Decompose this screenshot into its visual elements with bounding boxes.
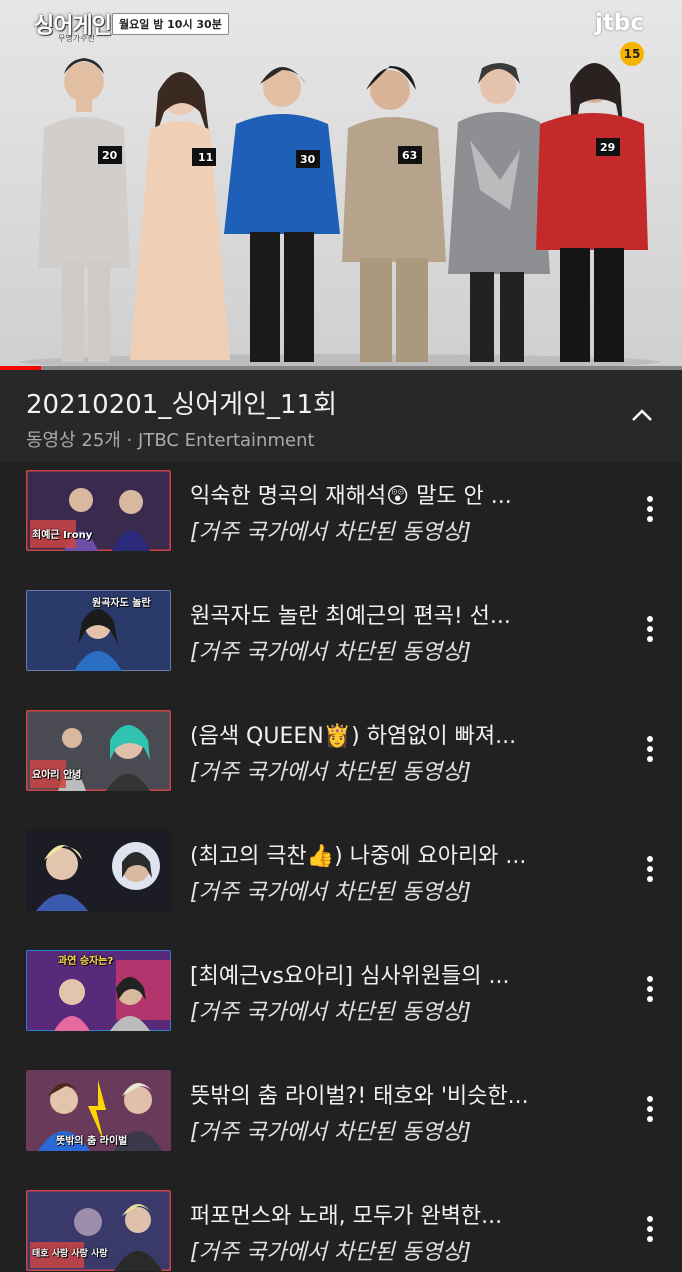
video-thumbnail[interactable]: 태호 사랑 사랑 사랑 bbox=[26, 1190, 171, 1271]
cast-member-4 bbox=[342, 66, 446, 362]
contestant-tag-2: 11 bbox=[198, 151, 214, 164]
thumbnail-caption: 원곡자도 놀란 bbox=[92, 598, 151, 609]
playlist-header[interactable]: 20210201_싱어게인_11회 동영상 25개 · JTBC Enterta… bbox=[0, 370, 682, 462]
chevron-up-icon bbox=[632, 409, 652, 421]
more-vert-icon bbox=[647, 1096, 653, 1102]
more-options-button[interactable] bbox=[644, 492, 656, 526]
playlist-item[interactable]: 최예근 Irony 익숙한 명곡의 재해석😲 말도 안 ... [거주 국가에서… bbox=[0, 462, 682, 582]
airtime-badge: 월요일 밤 10시 30분 bbox=[112, 13, 229, 35]
more-options-button[interactable] bbox=[644, 1212, 656, 1246]
blocked-status: [거주 국가에서 차단된 동영상] bbox=[190, 880, 472, 905]
blocked-status: [거주 국가에서 차단된 동영상] bbox=[190, 760, 472, 785]
playlist-item[interactable]: (최고의 극찬👍) 나중에 요아리와 ... [거주 국가에서 차단된 동영상] bbox=[0, 822, 682, 942]
contestant-tag-1: 20 bbox=[102, 149, 118, 162]
more-vert-icon bbox=[647, 736, 653, 742]
contestant-tag-6: 29 bbox=[600, 141, 616, 154]
blocked-status: [거주 국가에서 차단된 동영상] bbox=[190, 1240, 472, 1265]
cast-member-5 bbox=[448, 63, 550, 362]
more-vert-icon bbox=[647, 616, 653, 622]
video-title[interactable]: 원곡자도 놀란 최예근의 편곡! 선... bbox=[190, 598, 610, 630]
video-title[interactable]: (최고의 극찬👍) 나중에 요아리와 ... bbox=[190, 838, 610, 870]
video-title[interactable]: (음색 QUEEN👸) 하염없이 빠져... bbox=[190, 718, 610, 750]
playlist-items: 최예근 Irony 익숙한 명곡의 재해석😲 말도 안 ... [거주 국가에서… bbox=[0, 462, 682, 1272]
contestant-tag-3: 30 bbox=[300, 153, 316, 166]
show-subtitle: 무명가수전 bbox=[58, 34, 95, 43]
video-title[interactable]: [최예근vs요아리] 심사위원들의 ... bbox=[190, 958, 610, 990]
age-rating-badge: 15 bbox=[620, 42, 644, 66]
video-thumbnail[interactable]: 과연 승자는? bbox=[26, 950, 171, 1031]
more-vert-icon bbox=[647, 856, 653, 862]
blocked-status: [거주 국가에서 차단된 동영상] bbox=[190, 520, 472, 545]
blocked-status: [거주 국가에서 차단된 동영상] bbox=[190, 1120, 472, 1145]
more-options-button[interactable] bbox=[644, 972, 656, 1006]
more-options-button[interactable] bbox=[644, 1092, 656, 1126]
video-thumbnail[interactable]: 원곡자도 놀란 bbox=[26, 590, 171, 671]
playlist-item[interactable]: 요아리 안녕 (음색 QUEEN👸) 하염없이 빠져... [거주 국가에서 차… bbox=[0, 702, 682, 822]
blocked-status: [거주 국가에서 차단된 동영상] bbox=[190, 1000, 472, 1025]
more-vert-icon bbox=[647, 496, 653, 502]
video-thumbnail[interactable] bbox=[26, 830, 171, 911]
playlist-title: 20210201_싱어게인_11회 bbox=[26, 390, 338, 420]
channel-logo: jtbc bbox=[595, 10, 644, 36]
video-title[interactable]: 퍼포먼스와 노래, 모두가 완벽한... bbox=[190, 1198, 610, 1230]
thumbnail-caption: 뜻밖의 춤 라이벌 bbox=[56, 1136, 128, 1147]
blocked-status: [거주 국가에서 차단된 동영상] bbox=[190, 640, 472, 665]
more-options-button[interactable] bbox=[644, 852, 656, 886]
playlist-item[interactable]: 과연 승자는? [최예근vs요아리] 심사위원들의 ... [거주 국가에서 차… bbox=[0, 942, 682, 1062]
thumbnail-caption: 최예근 Irony bbox=[32, 530, 93, 541]
video-thumbnail[interactable]: 요아리 안녕 bbox=[26, 710, 171, 791]
video-thumbnail[interactable]: 뜻밖의 춤 라이벌 bbox=[26, 1070, 171, 1151]
cast-member-1 bbox=[38, 58, 130, 362]
cast-member-2 bbox=[130, 72, 230, 360]
video-player[interactable]: 20 11 30 63 29 싱어게인 무명가수전 월요일 밤 10시 30분 … bbox=[0, 0, 682, 370]
video-title[interactable]: 뜻밖의 춤 라이벌?! 태호와 '비슷한... bbox=[190, 1078, 610, 1110]
thumbnail-caption: 태호 사랑 사랑 사랑 bbox=[32, 1249, 108, 1259]
collapse-playlist-button[interactable] bbox=[626, 400, 658, 432]
playlist-item[interactable]: 태호 사랑 사랑 사랑 퍼포먼스와 노래, 모두가 완벽한... [거주 국가에… bbox=[0, 1182, 682, 1272]
video-title[interactable]: 익숙한 명곡의 재해석😲 말도 안 ... bbox=[190, 478, 610, 510]
cast-photo bbox=[20, 58, 660, 366]
more-vert-icon bbox=[647, 1216, 653, 1222]
more-options-button[interactable] bbox=[644, 732, 656, 766]
playlist-item[interactable]: 뜻밖의 춤 라이벌 뜻밖의 춤 라이벌?! 태호와 '비슷한... [거주 국가… bbox=[0, 1062, 682, 1182]
more-vert-icon bbox=[647, 976, 653, 982]
more-options-button[interactable] bbox=[644, 612, 656, 646]
contestant-tag-4: 63 bbox=[402, 149, 418, 162]
playlist-meta: 동영상 25개 · JTBC Entertainment bbox=[26, 430, 315, 451]
cast-member-6 bbox=[536, 63, 648, 362]
video-thumbnail[interactable]: 최예근 Irony bbox=[26, 470, 171, 551]
thumbnail-caption: 요아리 안녕 bbox=[32, 770, 82, 781]
cast-member-3 bbox=[224, 67, 340, 362]
thumbnail-caption: 과연 승자는? bbox=[58, 956, 114, 967]
playlist-item[interactable]: 원곡자도 놀란 원곡자도 놀란 최예근의 편곡! 선... [거주 국가에서 차… bbox=[0, 582, 682, 702]
